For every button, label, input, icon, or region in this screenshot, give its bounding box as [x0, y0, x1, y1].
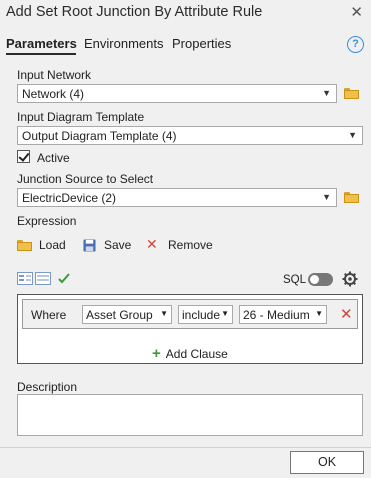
sql-toggle[interactable] — [308, 273, 333, 286]
close-icon[interactable]: ✕ — [350, 3, 363, 21]
chevron-down-icon: ▼ — [322, 88, 331, 98]
chevron-down-icon: ▼ — [348, 130, 357, 140]
remove-button[interactable]: ✕ Remove — [146, 236, 216, 254]
footer-divider — [0, 447, 371, 448]
operator-select[interactable]: include ▼ — [178, 305, 233, 324]
description-textarea[interactable] — [17, 394, 363, 436]
window-title: Add Set Root Junction By Attribute Rule — [6, 4, 263, 20]
browse-folder-icon[interactable] — [344, 192, 359, 203]
clause-mode-icon[interactable] — [17, 272, 33, 285]
add-clause-label: Add Clause — [165, 347, 228, 361]
ok-button[interactable]: OK — [290, 451, 364, 474]
active-tab-underline — [6, 53, 76, 55]
active-checkbox[interactable] — [17, 150, 30, 163]
expression-label: Expression — [17, 214, 77, 228]
value-select[interactable]: 26 - Medium ▼ — [239, 305, 327, 324]
browse-folder-icon[interactable] — [344, 88, 359, 99]
description-label: Description — [17, 380, 78, 394]
diagram-template-label: Input Diagram Template — [17, 110, 145, 124]
clause-row: Where Asset Group ▼ include ▼ 26 - Mediu… — [22, 299, 358, 329]
add-clause-button[interactable]: + Add Clause — [152, 345, 228, 362]
active-label: Active — [37, 151, 70, 165]
gear-icon[interactable] — [342, 271, 358, 287]
chevron-down-icon: ▼ — [315, 309, 323, 318]
remove-label: Remove — [168, 238, 213, 252]
toggle-knob — [310, 275, 319, 284]
input-network-value: Network (4) — [22, 87, 85, 101]
load-button[interactable]: Load — [17, 238, 73, 254]
verify-checkmark-icon[interactable] — [57, 272, 71, 285]
open-folder-icon — [17, 240, 32, 253]
where-label: Where — [31, 308, 67, 322]
tab-parameters[interactable]: Parameters — [6, 36, 77, 51]
junction-source-value: ElectricDevice (2) — [22, 191, 117, 205]
tab-environments[interactable]: Environments — [84, 36, 163, 51]
value-value: 26 - Medium — [243, 308, 310, 322]
chevron-down-icon: ▼ — [322, 192, 331, 202]
sql-label: SQL — [283, 274, 307, 286]
remove-x-icon: ✕ — [146, 236, 158, 252]
junction-source-label: Junction Source to Select — [17, 172, 154, 186]
field-value: Asset Group — [86, 308, 153, 322]
title-bar: Add Set Root Junction By Attribute Rule … — [0, 0, 371, 26]
save-label: Save — [104, 238, 132, 252]
delete-clause-icon[interactable]: ✕ — [340, 305, 353, 323]
operator-value: include — [182, 308, 221, 322]
help-icon[interactable]: ? — [347, 36, 364, 53]
diagram-template-combo[interactable]: Output Diagram Template (4) ▼ — [17, 126, 363, 145]
load-label: Load — [39, 238, 66, 252]
chevron-down-icon: ▼ — [160, 309, 168, 318]
tab-properties[interactable]: Properties — [172, 36, 231, 51]
input-network-combo[interactable]: Network (4) ▼ — [17, 84, 337, 103]
junction-source-combo[interactable]: ElectricDevice (2) ▼ — [17, 188, 337, 207]
field-select[interactable]: Asset Group ▼ — [82, 305, 172, 324]
sql-mode-icon[interactable] — [35, 272, 51, 285]
save-button[interactable]: Save — [82, 238, 136, 254]
floppy-disk-icon — [83, 239, 96, 252]
plus-icon: + — [152, 345, 161, 362]
expression-builder: Where Asset Group ▼ include ▼ 26 - Mediu… — [17, 294, 363, 364]
diagram-template-value: Output Diagram Template (4) — [22, 129, 177, 143]
input-network-label: Input Network — [17, 68, 92, 82]
chevron-down-icon: ▼ — [221, 309, 229, 318]
